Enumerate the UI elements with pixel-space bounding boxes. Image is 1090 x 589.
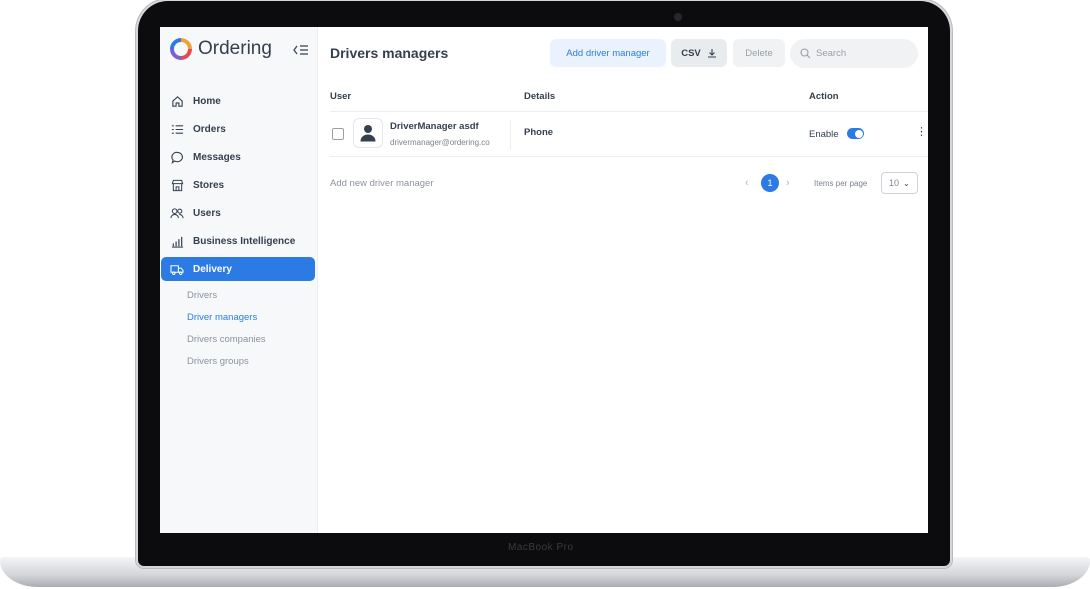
chevron-left-icon[interactable]: ‹: [745, 177, 749, 189]
download-icon: [707, 48, 717, 58]
bar-chart-icon: [170, 234, 184, 248]
logo[interactable]: Ordering: [170, 38, 272, 60]
logo-icon: [170, 38, 192, 60]
chat-icon: [170, 150, 184, 164]
sidebar-subitem-drivers-groups[interactable]: Drivers groups: [187, 356, 249, 367]
logo-text: Ordering: [198, 38, 272, 59]
home-icon: [170, 94, 184, 108]
sidebar-subitem-drivers[interactable]: Drivers: [187, 290, 217, 301]
sidebar-item-label: Home: [193, 95, 221, 107]
details-cell: Phone: [524, 127, 554, 138]
device-label: MacBook Pro: [508, 542, 574, 553]
column-header-details: Details: [524, 91, 556, 102]
column-header-action: Action: [809, 91, 839, 102]
sidebar-item-messages[interactable]: Messages: [161, 145, 315, 169]
row-checkbox[interactable]: [332, 128, 344, 140]
sidebar-item-business-intelligence[interactable]: Business Intelligence: [161, 229, 315, 253]
sidebar-item-label: Delivery: [193, 263, 232, 275]
sidebar-item-users[interactable]: Users: [161, 201, 315, 225]
sidebar-item-label: Stores: [193, 179, 225, 191]
collapse-sidebar-icon[interactable]: [293, 44, 309, 59]
sidebar-item-stores[interactable]: Stores: [161, 173, 315, 197]
truck-icon: [170, 262, 184, 276]
row-divider: [330, 156, 928, 157]
add-driver-manager-button[interactable]: Add driver manager: [550, 39, 666, 67]
csv-export-button[interactable]: CSV: [671, 39, 727, 67]
sidebar-item-label: Business Intelligence: [193, 235, 296, 247]
driver-manager-name: DriverManager asdf: [390, 121, 479, 132]
sidebar-subitem-driver-managers[interactable]: Driver managers: [187, 312, 257, 323]
items-per-page-label: Items per page: [814, 179, 868, 188]
store-icon: [170, 178, 184, 192]
avatar: [353, 118, 383, 148]
camera-icon: [674, 13, 682, 21]
sidebar-item-label: Messages: [193, 151, 241, 163]
enable-label: Enable: [809, 129, 839, 140]
sidebar-nav: Home Orders Messages Stores Users Busine…: [160, 89, 318, 285]
sidebar-item-label: Users: [193, 207, 221, 219]
user-avatar-icon: [360, 125, 376, 142]
sidebar-subitem-drivers-companies[interactable]: Drivers companies: [187, 334, 266, 345]
items-per-page-value: 10: [889, 178, 900, 188]
app-screen: Ordering Home Orders Messages Stores Use…: [160, 27, 928, 533]
add-new-driver-manager-link[interactable]: Add new driver manager: [330, 178, 434, 189]
driver-manager-email: drivermanager@ordering.co: [390, 138, 490, 147]
page-button-current[interactable]: 1: [761, 174, 779, 192]
column-header-user: User: [330, 91, 352, 102]
items-per-page-select[interactable]: 10 ⌄: [881, 172, 918, 194]
chevron-down-icon: ⌄: [903, 178, 910, 188]
search-box[interactable]: [790, 39, 918, 68]
csv-button-label: CSV: [681, 47, 701, 59]
cell-divider: [510, 120, 511, 150]
more-options-icon[interactable]: ⋮: [916, 127, 927, 138]
sidebar-item-label: Orders: [193, 123, 226, 135]
list-icon: [170, 122, 184, 136]
search-input[interactable]: [816, 48, 906, 59]
enable-toggle[interactable]: [847, 128, 864, 139]
delete-button[interactable]: Delete: [733, 39, 785, 67]
sidebar-item-delivery[interactable]: Delivery: [161, 257, 315, 281]
sidebar-item-orders[interactable]: Orders: [161, 117, 315, 141]
chevron-right-icon[interactable]: ›: [786, 177, 790, 189]
sidebar: Ordering Home Orders Messages Stores Use…: [160, 27, 318, 533]
users-icon: [170, 206, 184, 220]
search-icon: [800, 48, 811, 59]
sidebar-item-home[interactable]: Home: [161, 89, 315, 113]
page-title: Drivers managers: [330, 45, 449, 61]
header-divider: [330, 111, 928, 112]
